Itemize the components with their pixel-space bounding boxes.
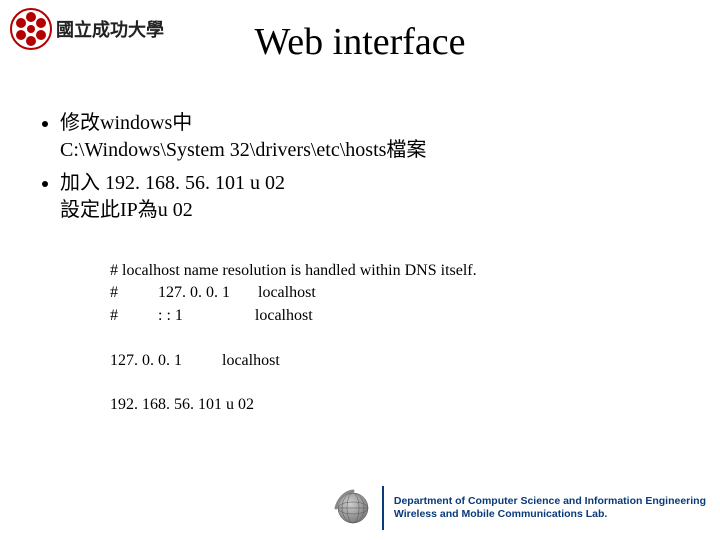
slide: 國立成功大學 Web interface 修改windows中 C:\Windo… <box>0 0 720 540</box>
code-line: # 127. 0. 0. 1 localhost <box>110 284 316 301</box>
globe-icon <box>334 489 372 527</box>
code-line: 127. 0. 0. 1 localhost <box>110 352 280 369</box>
code-line: # : : 1 localhost <box>110 307 313 324</box>
footer-line: Department of Computer Science and Infor… <box>394 495 706 508</box>
bullet-list: 修改windows中 C:\Windows\System 32\drivers\… <box>40 110 680 230</box>
bullet-text: C:\Windows\System 32\drivers\etc\hosts檔案 <box>60 139 426 161</box>
footer-text: Department of Computer Science and Infor… <box>394 495 706 521</box>
slide-title: Web interface <box>0 20 720 64</box>
footer-divider <box>382 486 384 530</box>
bullet-text: 修改windows中 <box>60 112 192 134</box>
code-line: 192. 168. 56. 101 u 02 <box>110 396 254 413</box>
bullet-text: 設定此IP為u 02 <box>60 199 193 221</box>
bullet-item: 加入 192. 168. 56. 101 u 02 設定此IP為u 02 <box>60 170 680 224</box>
footer: Department of Computer Science and Infor… <box>334 486 706 530</box>
footer-line: Wireless and Mobile Communications Lab. <box>394 508 706 521</box>
bullet-text: 加入 192. 168. 56. 101 u 02 <box>60 172 285 194</box>
hosts-file-snippet: # localhost name resolution is handled w… <box>110 260 477 417</box>
code-line: # localhost name resolution is handled w… <box>110 262 477 279</box>
bullet-item: 修改windows中 C:\Windows\System 32\drivers\… <box>60 110 680 164</box>
